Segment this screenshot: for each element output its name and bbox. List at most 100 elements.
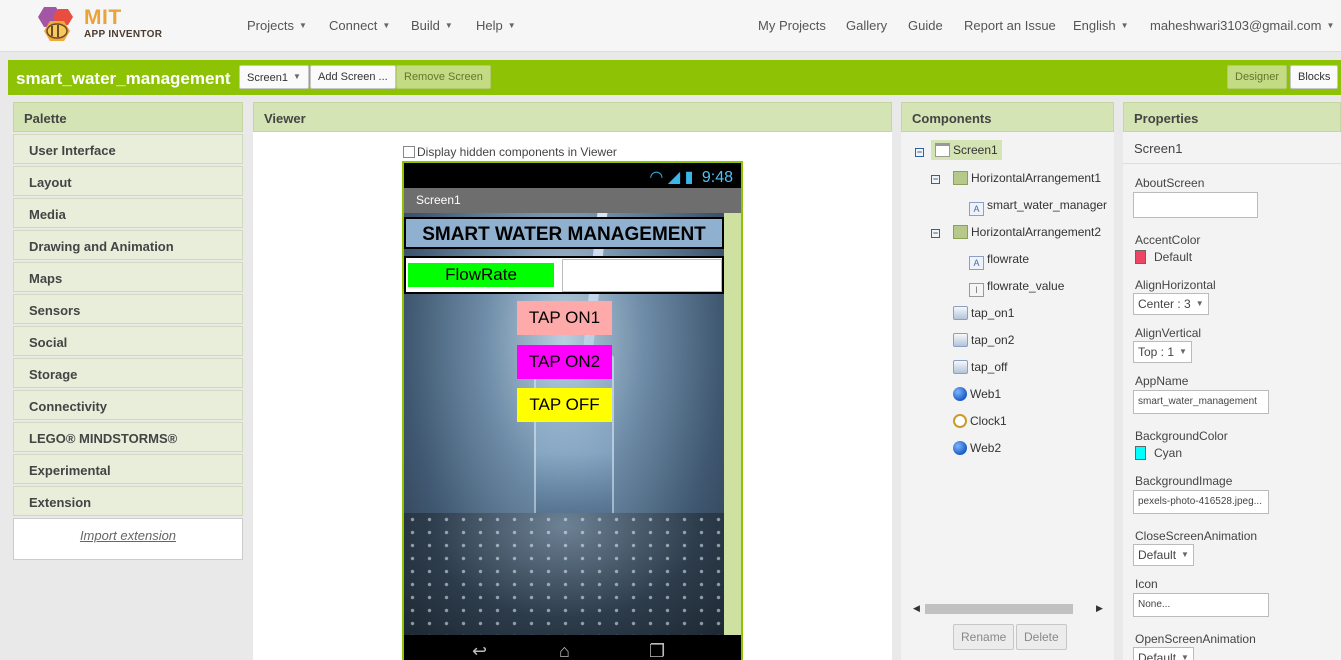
smart-water-management-label[interactable]: SMART WATER MANAGEMENT — [406, 224, 722, 246]
palette-sensors[interactable]: Sensors — [13, 294, 243, 324]
report-issue-link[interactable]: Report an Issue — [964, 18, 1056, 33]
palette-title: Palette — [13, 102, 243, 132]
collapse-icon[interactable]: − — [915, 148, 924, 157]
align-vertical-select[interactable]: Top : 1 ▼ — [1133, 341, 1192, 363]
label-icon: A — [969, 256, 984, 270]
palette-extension[interactable]: Extension — [13, 486, 243, 516]
menu-projects[interactable]: Projects ▼ — [247, 18, 307, 33]
account-email: maheshwari3103@gmail.com — [1150, 18, 1322, 33]
accent-color-value: Default — [1154, 250, 1193, 264]
checkbox-box[interactable] — [403, 146, 415, 158]
tree-node-label: Web1 — [970, 387, 1002, 401]
language-menu[interactable]: English ▼ — [1073, 18, 1129, 33]
tap-off-button[interactable]: TAP OFF — [517, 388, 612, 422]
button-icon — [953, 360, 968, 374]
import-extension-link[interactable]: Import extension — [80, 528, 176, 543]
palette-drawing-animation[interactable]: Drawing and Animation — [13, 230, 243, 260]
import-extension-box: Import extension — [13, 518, 243, 560]
palette-user-interface[interactable]: User Interface — [13, 134, 243, 164]
blocks-button[interactable]: Blocks — [1290, 65, 1339, 89]
about-screen-textarea[interactable] — [1133, 192, 1258, 218]
globe-icon — [953, 441, 967, 455]
background-color-value: Cyan — [1154, 446, 1183, 460]
tree-node-label: HorizontalArrangement1 — [971, 171, 1102, 185]
gallery-link[interactable]: Gallery — [846, 18, 887, 33]
tree-node-tap-on2[interactable]: tap_on2 — [953, 333, 1014, 347]
palette-maps[interactable]: Maps — [13, 262, 243, 292]
tree-node-screen1[interactable]: Screen1 — [931, 140, 1002, 160]
tree-node-flowrate-value[interactable]: Iflowrate_value — [969, 279, 1064, 297]
accent-color-picker[interactable]: Default — [1135, 250, 1192, 264]
close-screen-animation-label: CloseScreenAnimation — [1135, 529, 1258, 543]
menu-build[interactable]: Build ▼ — [411, 18, 453, 33]
my-projects-link[interactable]: My Projects — [758, 18, 826, 33]
tree-node-harr1[interactable]: HorizontalArrangement1 — [953, 171, 1101, 185]
close-screen-animation-select[interactable]: Default ▼ — [1133, 544, 1194, 566]
designer-button[interactable]: Designer — [1227, 65, 1288, 89]
tree-node-flowrate[interactable]: Aflowrate — [969, 252, 1029, 270]
background-image-picker[interactable]: pexels-photo-416528.jpeg... — [1133, 490, 1269, 514]
tree-node-harr2[interactable]: HorizontalArrangement2 — [953, 225, 1101, 239]
collapse-icon[interactable]: − — [931, 175, 940, 184]
phone-screen-title: Screen1 — [416, 193, 461, 207]
horizontal-arrangement-2[interactable]: FlowRate — [404, 256, 724, 294]
tree-node-web1[interactable]: Web1 — [953, 387, 1001, 401]
background-image-label: BackgroundImage — [1135, 474, 1233, 488]
project-name: smart_water_management — [16, 69, 231, 88]
background-color-swatch — [1135, 446, 1146, 460]
tap-on2-button[interactable]: TAP ON2 — [517, 345, 612, 379]
tree-node-tap-off[interactable]: tap_off — [953, 360, 1007, 374]
tree-node-web2[interactable]: Web2 — [953, 441, 1001, 455]
scroll-left-icon[interactable]: ◀ — [913, 603, 920, 614]
collapse-icon[interactable]: − — [931, 229, 940, 238]
palette-storage[interactable]: Storage — [13, 358, 243, 388]
caret-down-icon: ▼ — [444, 21, 453, 30]
phone-preview: ◠ ◢ ▮ 9:48 Screen1 SMART WATER MANAGEMEN… — [402, 161, 743, 660]
menu-connect[interactable]: Connect ▼ — [329, 18, 390, 33]
palette-connectivity[interactable]: Connectivity — [13, 390, 243, 420]
palette-media[interactable]: Media — [13, 198, 243, 228]
scrollbar-thumb[interactable] — [925, 604, 1073, 614]
display-hidden-checkbox[interactable]: Display hidden components in Viewer — [403, 145, 617, 159]
icon-picker[interactable]: None... — [1133, 593, 1269, 617]
scroll-right-icon[interactable]: ▶ — [1096, 603, 1103, 614]
phone-screen[interactable]: SMART WATER MANAGEMENT FlowRate TAP ON1 … — [404, 213, 724, 635]
remove-screen-button[interactable]: Remove Screen — [396, 65, 491, 89]
tree-node-tap-on1[interactable]: tap_on1 — [953, 306, 1014, 320]
clock-icon — [953, 414, 967, 428]
button-icon — [953, 306, 968, 320]
app-name-input[interactable]: smart_water_management — [1133, 390, 1269, 414]
tree-node-label: smart_water_manager — [987, 198, 1108, 212]
menu-help[interactable]: Help ▼ — [476, 18, 516, 33]
screen-select-value: Screen1 — [247, 72, 288, 84]
textbox-icon: I — [969, 283, 984, 297]
guide-link[interactable]: Guide — [908, 18, 943, 33]
app-inventor-logo[interactable]: MIT APP INVENTOR — [36, 5, 176, 45]
align-horizontal-select[interactable]: Center : 3 ▼ — [1133, 293, 1209, 315]
delete-button[interactable]: Delete — [1016, 624, 1067, 650]
caret-down-icon: ▼ — [382, 21, 391, 30]
account-menu[interactable]: maheshwari3103@gmail.com ▼ — [1150, 18, 1334, 33]
align-vertical-label: AlignVertical — [1135, 326, 1202, 340]
language-label: English — [1073, 18, 1116, 33]
components-title: Components — [901, 102, 1114, 132]
palette-experimental[interactable]: Experimental — [13, 454, 243, 484]
background-color-picker[interactable]: Cyan — [1135, 446, 1182, 460]
align-horizontal-value: Center : 3 — [1138, 297, 1191, 311]
caret-down-icon: ▼ — [1179, 347, 1187, 356]
palette-lego-mindstorms[interactable]: LEGO® MINDSTORMS® — [13, 422, 243, 452]
horizontal-arrangement-1[interactable]: SMART WATER MANAGEMENT — [404, 217, 724, 249]
components-horizontal-scrollbar[interactable]: ◀ ▶ — [911, 603, 1104, 615]
open-screen-animation-label: OpenScreenAnimation — [1135, 632, 1256, 646]
tap-on1-button[interactable]: TAP ON1 — [517, 301, 612, 335]
flowrate-label[interactable]: FlowRate — [408, 263, 554, 287]
palette-layout[interactable]: Layout — [13, 166, 243, 196]
palette-social[interactable]: Social — [13, 326, 243, 356]
screen-select[interactable]: Screen1 ▼ — [239, 65, 309, 89]
tree-node-clock1[interactable]: Clock1 — [953, 414, 1007, 428]
rename-button[interactable]: Rename — [953, 624, 1015, 650]
tree-node-label1[interactable]: Asmart_water_manager — [969, 198, 1107, 216]
add-screen-button[interactable]: Add Screen ... — [310, 65, 396, 89]
flowrate-value-textbox[interactable] — [562, 259, 722, 292]
open-screen-animation-select[interactable]: Default ▼ — [1133, 647, 1194, 660]
